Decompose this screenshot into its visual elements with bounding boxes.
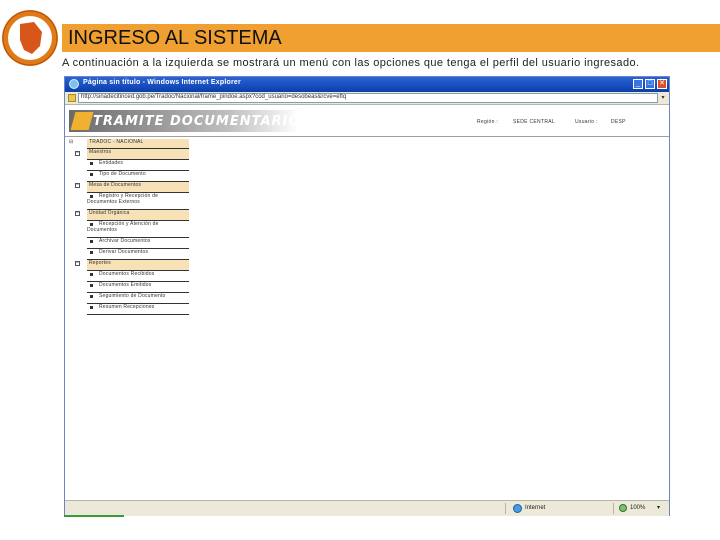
maximize-button[interactable]: □ (645, 79, 655, 89)
bullet-icon (90, 194, 93, 198)
status-bar: Internet 100% ▾ (65, 500, 669, 516)
slide-title: INGRESO AL SISTEMA (68, 27, 282, 49)
bullet-icon (90, 161, 93, 165)
tree-collapse-icon[interactable]: ⊟ (69, 139, 73, 145)
bullet-icon (90, 272, 93, 276)
bullet-icon (90, 172, 93, 176)
expand-toggle-maestros[interactable]: − (75, 151, 80, 156)
menu-section-unidad[interactable]: Unidad Orgánica (87, 210, 189, 221)
menu-item-derivar[interactable]: Derivar Documentos (87, 249, 189, 260)
menu-title: TRADOC - NACIONAL (87, 139, 189, 149)
sede-value: SEDE CENTRAL (513, 119, 555, 125)
browser-window: Página sin título - Windows Internet Exp… (64, 76, 670, 516)
progress-strip (64, 515, 124, 517)
menu-item-entidades[interactable]: Entidades (87, 160, 189, 171)
status-zone: Internet (525, 505, 546, 511)
menu-item-tipo-documento[interactable]: Tipo de Documento (87, 171, 189, 182)
status-divider (613, 503, 614, 514)
zoom-dropdown-icon[interactable]: ▾ (657, 504, 660, 511)
minimize-button[interactable]: _ (633, 79, 643, 89)
expand-toggle-mesa[interactable]: − (75, 183, 80, 188)
menu-item-documentos-emitidos[interactable]: Documentos Emitidos (87, 282, 189, 293)
app-logo-text: TRAMITE DOCUMENTARIO (93, 114, 301, 129)
close-button[interactable]: ✕ (657, 79, 667, 89)
bullet-icon (90, 305, 93, 309)
usuario-value: DESP (611, 119, 626, 125)
menu-section-reportes[interactable]: Reportes (87, 260, 189, 271)
address-dropdown-icon[interactable]: ▾ (659, 94, 667, 102)
bullet-icon (90, 222, 93, 226)
address-bar: http://sinadecitinced.gob.pe/Tradoc/Naci… (65, 92, 669, 105)
browser-title: Página sin título - Windows Internet Exp… (83, 79, 241, 86)
usuario-label: Usuario : (575, 119, 598, 125)
menu-item-resumen-recepciones[interactable]: Resumen Recepciones (87, 304, 189, 315)
globe-icon (513, 504, 522, 513)
expand-toggle-unidad[interactable]: − (75, 211, 80, 216)
menu-item-archivar[interactable]: Archivar Documentos (87, 238, 189, 249)
page-icon (68, 94, 76, 102)
menu-item-recepcion-atencion[interactable]: Recepción y Atención de Documentos (87, 221, 189, 238)
bullet-icon (90, 294, 93, 298)
app-header: TRAMITE DOCUMENTARIO Región : SEDE CENTR… (65, 106, 669, 137)
menu-item-documentos-recibidos[interactable]: Documentos Recibidos (87, 271, 189, 282)
address-url: http://sinadecitinced.gob.pe/Tradoc/Naci… (81, 94, 347, 100)
browser-titlebar[interactable]: Página sin título - Windows Internet Exp… (65, 77, 669, 92)
zoom-icon[interactable] (619, 504, 627, 512)
institution-seal-logo (2, 10, 58, 66)
status-divider (505, 503, 506, 514)
menu-section-mesa[interactable]: Mesa de Documentos (87, 182, 189, 193)
ie-icon (69, 79, 79, 89)
sede-label: Región : (477, 119, 499, 125)
bullet-icon (90, 283, 93, 287)
slide-subtitle: A continuación a la izquierda se mostrar… (62, 57, 640, 69)
bullet-icon (90, 239, 93, 243)
menu-item-registro-recepcion[interactable]: Registro y Recepción de Documentos Exter… (87, 193, 189, 210)
expand-toggle-reportes[interactable]: − (75, 261, 80, 266)
bullet-icon (90, 250, 93, 254)
zoom-level[interactable]: 100% (630, 505, 645, 511)
menu-item-seguimiento[interactable]: Seguimiento de Documento (87, 293, 189, 304)
menu-section-maestros[interactable]: Maestros (87, 149, 189, 160)
